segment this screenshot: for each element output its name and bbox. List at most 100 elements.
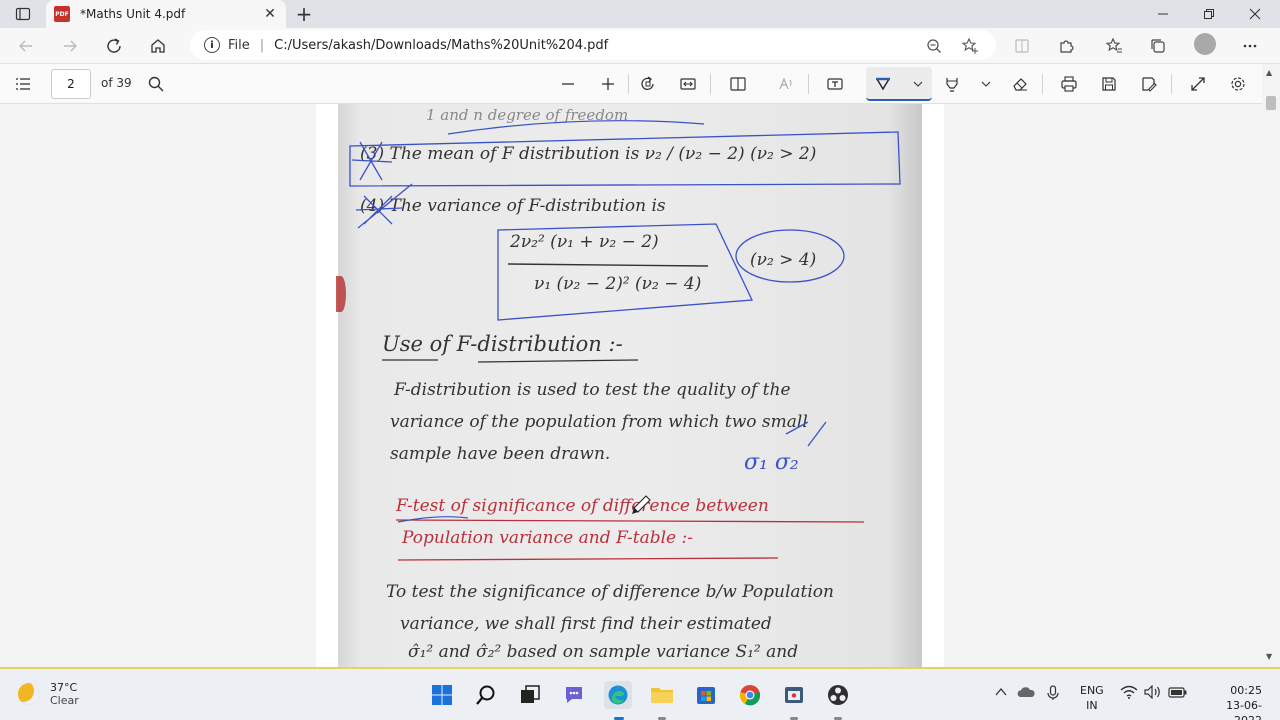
system-clock[interactable]: 00:25 13-06-2022 [1200, 683, 1262, 720]
contents-button[interactable] [9, 70, 37, 98]
chat-icon [566, 687, 582, 703]
gear-icon [1231, 77, 1245, 91]
store-icon [697, 687, 715, 704]
vertical-scrollbar[interactable]: ▲ ▼ [1262, 64, 1280, 667]
zoom-in-pdf-button[interactable] [594, 70, 622, 98]
ink-annotations [349, 120, 901, 561]
profile-avatar[interactable] [1194, 33, 1216, 55]
split-screen-button[interactable] [1008, 32, 1036, 60]
address-separator: | [259, 37, 265, 53]
speaker-icon [1144, 684, 1160, 700]
page-view-button[interactable] [724, 70, 752, 98]
print-button[interactable] [1055, 70, 1083, 98]
draw-button[interactable] [869, 70, 897, 98]
language-code: ENG [1080, 684, 1104, 697]
toolbar-divider [628, 74, 629, 94]
taskbar-search-button[interactable] [472, 681, 500, 709]
erase-button[interactable] [1006, 70, 1034, 98]
red-ink-mark [336, 276, 346, 312]
scroll-up-icon[interactable]: ▲ [1266, 68, 1272, 77]
puzzle-icon [1060, 40, 1074, 53]
weather-condition: Clear [50, 694, 79, 707]
minimize-button[interactable] [1140, 0, 1186, 28]
battery-button[interactable] [1168, 685, 1188, 703]
restore-button[interactable] [1186, 0, 1232, 28]
language-indicator[interactable]: ENG IN [1080, 683, 1104, 713]
rotate-button[interactable] [634, 70, 662, 98]
read-aloud-button[interactable] [772, 70, 800, 98]
task-view-button[interactable] [516, 681, 544, 709]
chevron-down-icon [981, 81, 991, 87]
find-button[interactable] [142, 70, 170, 98]
search-icon [148, 76, 164, 92]
page-number-input[interactable]: 2 [51, 69, 91, 99]
pdf-toolbar: 2 of 39 [0, 64, 1280, 104]
plus-icon [602, 78, 614, 90]
browser-tab[interactable]: PDF *Maths Unit 4.pdf ✕ [46, 0, 286, 28]
fit-to-width-button[interactable] [674, 70, 702, 98]
scroll-thumb[interactable] [1266, 96, 1276, 110]
extensions-button[interactable] [1052, 32, 1080, 60]
show-hidden-icons-button[interactable] [994, 685, 1008, 703]
info-icon[interactable]: i [204, 37, 220, 53]
edge-browser-button[interactable] [604, 681, 632, 709]
full-screen-button[interactable] [1184, 70, 1212, 98]
back-button[interactable] [12, 32, 40, 60]
microsoft-store-button[interactable] [692, 681, 720, 709]
add-text-button[interactable] [821, 70, 849, 98]
weather-temperature: 37°C [50, 681, 78, 694]
network-button[interactable] [1120, 685, 1138, 703]
collections-button[interactable] [1144, 32, 1172, 60]
chrome-button[interactable] [736, 681, 764, 709]
onedrive-button[interactable] [1016, 685, 1036, 703]
toolbar-divider [710, 74, 711, 94]
fit-width-icon [680, 78, 696, 90]
volume-button[interactable] [1144, 684, 1162, 703]
toolbar-divider [1042, 74, 1043, 94]
add-favorite-button[interactable] [956, 32, 984, 60]
expand-icon [1191, 77, 1205, 91]
highlight-button[interactable] [938, 70, 966, 98]
search-icon [476, 685, 495, 705]
address-field[interactable]: i File | C:/Users/akash/Downloads/Maths%… [190, 30, 996, 60]
pdf-settings-button[interactable] [1224, 70, 1252, 98]
zoom-out-button[interactable] [920, 32, 948, 60]
pdf-viewer[interactable]: 1 and n degree of freedom (3) The mean o… [0, 104, 1262, 667]
save-icon [1102, 77, 1116, 91]
save-as-button[interactable] [1135, 70, 1163, 98]
forward-button[interactable] [56, 32, 84, 60]
screen-recorder-button[interactable] [780, 681, 808, 709]
new-tab-button[interactable]: + [292, 0, 316, 28]
scroll-down-icon[interactable]: ▼ [1266, 652, 1272, 661]
file-explorer-button[interactable] [648, 681, 676, 709]
refresh-button[interactable] [100, 32, 128, 60]
black-ink-underlines [382, 359, 827, 447]
favorites-star-icon [1105, 37, 1122, 53]
weather-widget[interactable]: 37°C Clear [18, 681, 79, 707]
blue-ink-stars [351, 141, 413, 229]
microphone-button[interactable] [1046, 685, 1060, 705]
obs-studio-button[interactable] [824, 681, 852, 709]
favorites-button[interactable] [1100, 32, 1128, 60]
settings-more-button[interactable] [1236, 32, 1264, 60]
save-button[interactable] [1095, 70, 1123, 98]
page-view-icon [730, 77, 746, 91]
highlight-options-dropdown[interactable] [972, 70, 1000, 98]
edge-icon [608, 685, 628, 705]
folder-icon [651, 688, 673, 703]
tab-actions-button[interactable] [10, 2, 36, 26]
close-window-button[interactable] [1232, 0, 1278, 28]
zoom-out-pdf-button[interactable] [554, 70, 582, 98]
home-button[interactable] [144, 32, 172, 60]
eraser-icon [1013, 78, 1027, 91]
close-tab-icon[interactable]: ✕ [262, 6, 278, 22]
draw-options-dropdown[interactable] [904, 70, 932, 98]
scanned-notes-page: 1 and n degree of freedom (3) The mean o… [338, 104, 922, 667]
taskbar: 37°C Clear ENG IN 00:25 13-06- [0, 667, 1280, 720]
cloud-icon [1017, 687, 1035, 697]
forward-arrow-icon [64, 40, 77, 52]
start-button[interactable] [428, 681, 456, 709]
collections-icon [1151, 39, 1165, 53]
clock-time: 00:25 [1230, 684, 1262, 697]
teams-chat-button[interactable] [560, 681, 588, 709]
